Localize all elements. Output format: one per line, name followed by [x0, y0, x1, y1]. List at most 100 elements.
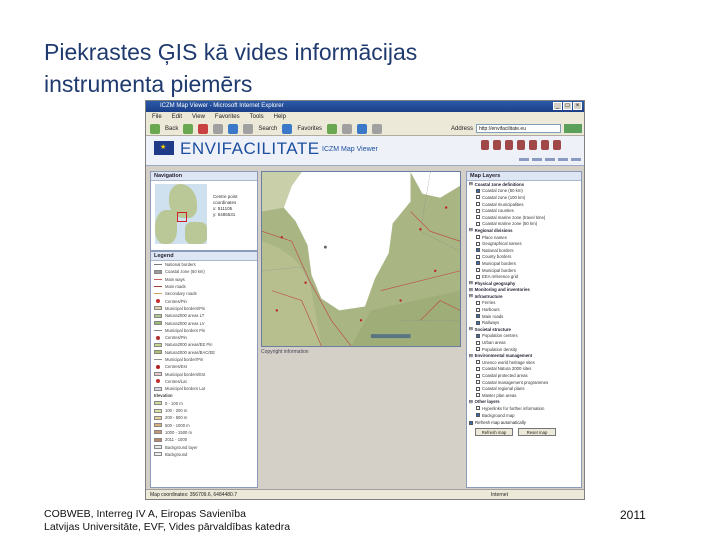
layer-item[interactable]: Municipal borders [467, 267, 581, 274]
search-button-label[interactable]: Search [258, 126, 277, 132]
layer-item[interactable]: Population centres [467, 333, 581, 340]
home-icon[interactable] [228, 123, 239, 134]
layer-checkbox[interactable] [476, 188, 480, 193]
layer-item[interactable]: Master plan areas [467, 392, 581, 399]
banner-link[interactable] [519, 158, 529, 161]
layer-item[interactable]: Municipal borders [467, 260, 581, 267]
layer-item[interactable]: Population density [467, 346, 581, 353]
favorites-button-label[interactable]: Favorites [297, 126, 322, 132]
layer-item[interactable]: Ferries [467, 300, 581, 307]
close-button[interactable]: × [573, 102, 582, 110]
layer-item[interactable]: Coastal municipalities [467, 201, 581, 208]
menu-item-tools[interactable]: Tools [250, 112, 264, 122]
layer-checkbox[interactable] [476, 373, 480, 378]
layer-item[interactable]: Coastal management programmes [467, 379, 581, 386]
map-copyright[interactable]: Copyright information [261, 349, 309, 355]
layer-group[interactable]: ⊟ Societal structure [467, 326, 581, 333]
collapse-icon[interactable]: ⊟ [469, 293, 473, 299]
collapse-icon[interactable]: ⊟ [469, 181, 473, 187]
collapse-icon[interactable]: ⊟ [469, 280, 473, 286]
refresh-auto-row[interactable]: Refresh map automatically [467, 420, 581, 425]
menu-item-help[interactable]: Help [274, 112, 286, 122]
overview-map[interactable] [155, 184, 207, 244]
layer-item[interactable]: Coastal zone (100 km) [467, 194, 581, 201]
reset-map-button[interactable]: Reset map [518, 428, 556, 437]
layer-checkbox[interactable] [476, 221, 480, 226]
layer-checkbox[interactable] [476, 254, 480, 259]
layer-item[interactable]: Harbours [467, 306, 581, 313]
print-icon[interactable] [372, 123, 383, 134]
map-canvas[interactable] [262, 172, 460, 346]
layer-group[interactable]: ⊟ Environmental management [467, 352, 581, 359]
layer-checkbox[interactable] [476, 333, 480, 338]
layer-item[interactable]: Place names [467, 234, 581, 241]
layer-item[interactable]: Coastal regional plans [467, 385, 581, 392]
history-icon[interactable] [342, 123, 353, 134]
collapse-icon[interactable]: ⊟ [469, 287, 473, 293]
layer-checkbox[interactable] [476, 366, 480, 371]
refresh-map-button[interactable]: Refresh map [475, 428, 513, 437]
layer-checkbox[interactable] [476, 261, 480, 266]
layer-item[interactable]: Coastal counties [467, 207, 581, 214]
layer-checkbox[interactable] [476, 235, 480, 240]
minimize-button[interactable]: _ [553, 102, 562, 110]
menu-item-file[interactable]: File [152, 112, 162, 122]
go-button[interactable] [564, 124, 582, 133]
layer-item[interactable]: Railways [467, 319, 581, 326]
search-icon[interactable] [243, 123, 254, 134]
layer-checkbox[interactable] [476, 413, 480, 418]
overview-extent-box[interactable] [177, 212, 187, 222]
layer-item[interactable]: Coastal Natura 2000 sites [467, 366, 581, 373]
stop-icon[interactable] [198, 123, 209, 134]
maximize-button[interactable]: □ [563, 102, 572, 110]
media-icon[interactable] [327, 123, 338, 134]
layer-checkbox[interactable] [476, 340, 480, 345]
back-arrow-icon[interactable] [150, 123, 160, 134]
layer-item[interactable]: County borders [467, 254, 581, 261]
menu-item-edit[interactable]: Edit [172, 112, 182, 122]
collapse-icon[interactable]: ⊟ [469, 399, 473, 405]
layer-item[interactable]: Main roads [467, 313, 581, 320]
layer-group[interactable]: ⊟ Physical geography [467, 280, 581, 287]
layer-item[interactable]: Coastal marine zone (50 km) [467, 221, 581, 228]
menu-item-view[interactable]: View [192, 112, 205, 122]
layer-checkbox[interactable] [476, 314, 480, 319]
layer-item[interactable]: Geographical names [467, 240, 581, 247]
banner-link[interactable] [558, 158, 568, 161]
layer-checkbox[interactable] [476, 320, 480, 325]
layer-item[interactable]: Unesco world heritage sites [467, 359, 581, 366]
layer-checkbox[interactable] [476, 215, 480, 220]
layer-item[interactable]: Coastal protected areas [467, 372, 581, 379]
refresh-icon[interactable] [213, 123, 224, 134]
layer-group[interactable]: ⊟ Regional divisions [467, 227, 581, 234]
layer-item[interactable]: Coastal zone (50 km) [467, 188, 581, 195]
layer-group[interactable]: ⊟ Monitoring and inventories [467, 287, 581, 294]
forward-arrow-icon[interactable] [183, 123, 194, 134]
banner-link[interactable] [545, 158, 555, 161]
layer-checkbox[interactable] [476, 347, 480, 352]
layer-checkbox[interactable] [476, 380, 480, 385]
banner-link[interactable] [532, 158, 542, 161]
layer-checkbox[interactable] [476, 248, 480, 253]
refresh-auto-checkbox[interactable] [469, 420, 473, 425]
layer-item[interactable]: Background map [467, 412, 581, 419]
layer-checkbox[interactable] [476, 406, 480, 411]
mail-icon[interactable] [357, 123, 368, 134]
collapse-icon[interactable]: ⊟ [469, 227, 473, 233]
layer-checkbox[interactable] [476, 360, 480, 365]
layer-item[interactable]: EEA reference grid [467, 273, 581, 280]
layer-group[interactable]: ⊟ Coastal zone definitions [467, 181, 581, 188]
layer-item[interactable]: Coastal marine zone (travel time) [467, 214, 581, 221]
layer-checkbox[interactable] [476, 307, 480, 312]
banner-link[interactable] [571, 158, 581, 161]
layer-checkbox[interactable] [476, 393, 480, 398]
layer-checkbox[interactable] [476, 274, 480, 279]
layer-checkbox[interactable] [476, 208, 480, 213]
layer-item[interactable]: National borders [467, 247, 581, 254]
menu-item-favorites[interactable]: Favorites [215, 112, 240, 122]
layer-checkbox[interactable] [476, 300, 480, 305]
layer-group[interactable]: ⊟ Other layers [467, 399, 581, 406]
layer-checkbox[interactable] [476, 202, 480, 207]
layer-checkbox[interactable] [476, 195, 480, 200]
collapse-icon[interactable]: ⊟ [469, 326, 473, 332]
